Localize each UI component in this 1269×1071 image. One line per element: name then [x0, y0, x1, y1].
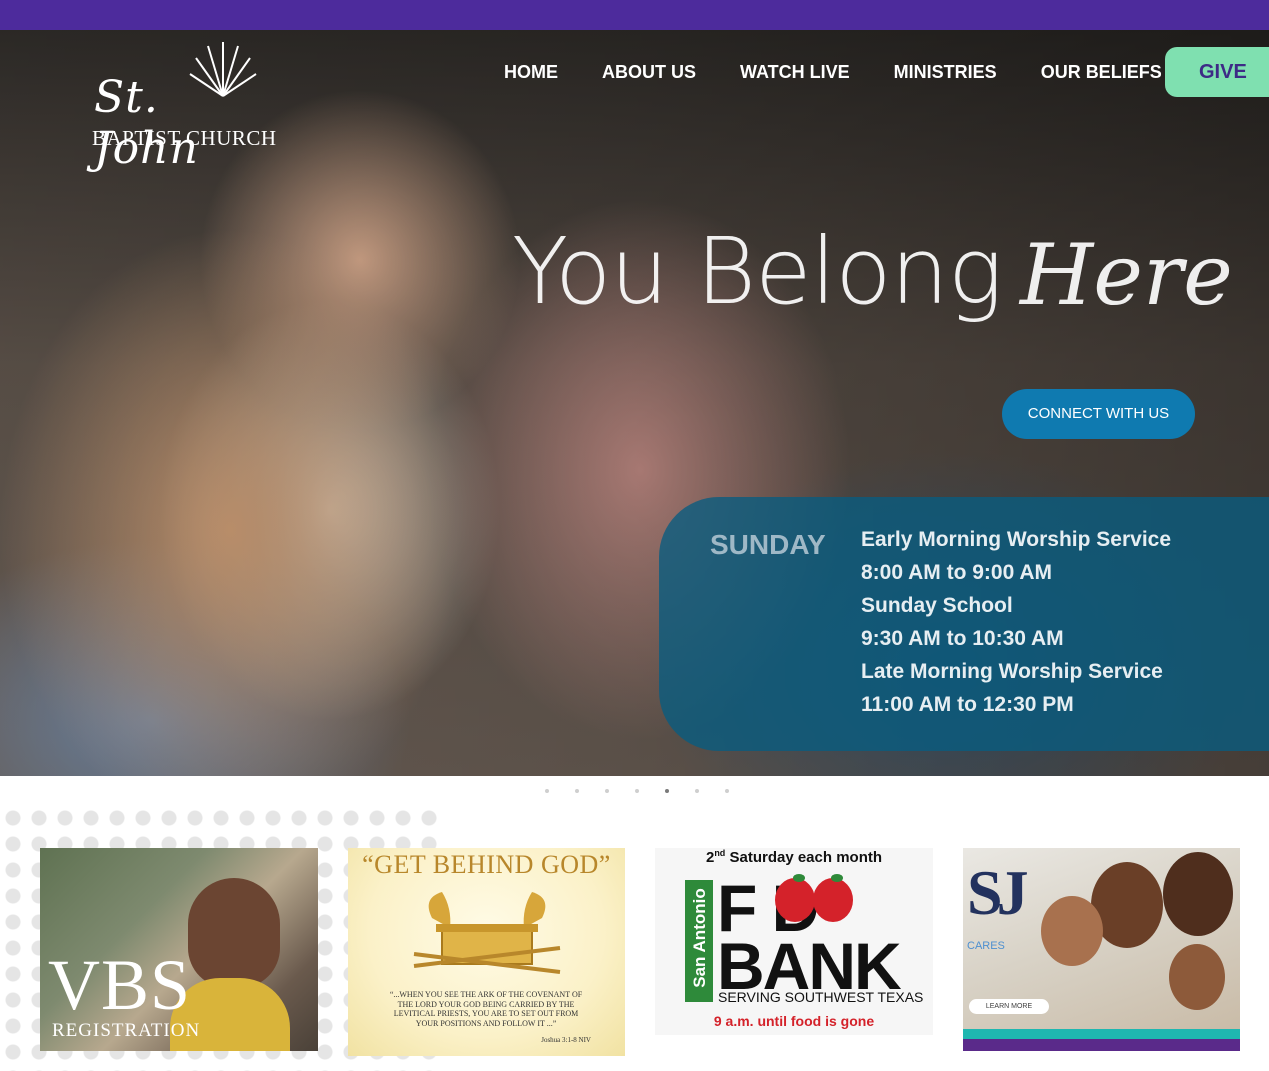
give-button[interactable]: GIVE	[1165, 47, 1269, 97]
logo-name: St. John	[94, 72, 199, 174]
slider-pagination	[545, 789, 729, 793]
service-schedule-panel: SUNDAY Early Morning Worship Service 8:0…	[659, 497, 1269, 751]
schedule-line: Sunday School	[861, 594, 1013, 617]
serving-text: SERVING SOUTHWEST TEXAS	[718, 989, 924, 1005]
san-antonio-label: San Antonio	[690, 888, 709, 988]
leaf-icon	[793, 874, 805, 882]
schedule-list: Early Morning Worship Service 8:00 AM to…	[861, 523, 1171, 721]
family-photo-adult-man	[1163, 852, 1233, 936]
nav-watch-live[interactable]: WATCH LIVE	[718, 62, 872, 82]
slider-dot[interactable]	[545, 789, 549, 793]
purple-accent-bar	[963, 1039, 1240, 1051]
church-logo[interactable]: St. John BAPTIST CHURCH	[88, 38, 278, 174]
gbg-reference: Joshua 3:1-8 NIV	[541, 1036, 591, 1044]
vbs-registration-card[interactable]: VBS REGISTRATION	[40, 848, 318, 1051]
nav-about-us[interactable]: ABOUT US	[580, 62, 718, 82]
slider-dot[interactable]	[605, 789, 609, 793]
vbs-subtitle: REGISTRATION	[52, 1020, 201, 1041]
sj-cares-card[interactable]: SJ CARES LEARN MORE	[963, 848, 1240, 1051]
apple-icon	[813, 878, 853, 922]
gbg-verse: “...WHEN YOU SEE THE ARK OF THE COVENANT…	[389, 990, 583, 1028]
main-nav: HOME ABOUT US WATCH LIVE MINISTRIES OUR …	[482, 62, 1184, 82]
schedule-line: Early Morning Worship Service	[861, 528, 1172, 551]
food-bank-hours: 9 a.m. until food is gone	[713, 1013, 875, 1029]
connect-with-us-button[interactable]: CONNECT WITH US	[1002, 389, 1195, 439]
food-bank-schedule: 2nd Saturday each month	[655, 848, 933, 866]
food-bank-day-suffix: nd	[714, 848, 726, 858]
schedule-line: Late Morning Worship Service	[861, 660, 1163, 683]
slider-dot[interactable]	[635, 789, 639, 793]
family-photo-baby	[1041, 896, 1103, 966]
hero-headline: You Belong Here	[512, 218, 1233, 328]
headline-script-text: Here	[1020, 226, 1233, 324]
learn-more-button[interactable]: LEARN MORE	[969, 999, 1049, 1014]
food-bank-card[interactable]: 2nd Saturday each month San Antonio F D …	[655, 848, 933, 1035]
schedule-line: 11:00 AM to 12:30 PM	[861, 693, 1074, 716]
get-behind-god-card[interactable]: “GET BEHIND GOD” “...WHEN YOU SEE THE AR…	[348, 848, 625, 1056]
hero-slider: St. John BAPTIST CHURCH HOME ABOUT US WA…	[0, 30, 1269, 776]
sj-logo: SJ	[967, 857, 1029, 928]
schedule-line: 9:30 AM to 10:30 AM	[861, 627, 1064, 650]
family-photo-child	[1169, 944, 1225, 1010]
nav-our-beliefs[interactable]: OUR BELIEFS	[1019, 62, 1184, 82]
child-photo	[188, 878, 280, 988]
top-accent-bar	[0, 0, 1269, 30]
food-bank-day-text: Saturday each month	[725, 849, 883, 866]
nav-home[interactable]: HOME	[482, 62, 580, 82]
gbg-title: “GET BEHIND GOD”	[362, 850, 611, 879]
apple-icon	[775, 878, 815, 922]
schedule-day: SUNDAY	[710, 529, 826, 560]
sj-cares-label: CARES	[967, 940, 1005, 952]
leaf-icon	[831, 874, 843, 882]
teal-accent-bar	[963, 1029, 1240, 1039]
logo-subtitle: BAPTIST CHURCH	[92, 126, 277, 150]
slider-dot[interactable]	[665, 789, 669, 793]
slider-dot[interactable]	[575, 789, 579, 793]
vbs-title: VBS	[48, 945, 192, 1025]
slider-dot[interactable]	[695, 789, 699, 793]
slider-dot[interactable]	[725, 789, 729, 793]
san-antonio-band: San Antonio	[685, 880, 713, 1002]
ark-of-covenant-icon	[413, 892, 561, 974]
schedule-line: 8:00 AM to 9:00 AM	[861, 561, 1052, 584]
nav-ministries[interactable]: MINISTRIES	[872, 62, 1019, 82]
headline-text: You Belong	[512, 218, 1003, 325]
